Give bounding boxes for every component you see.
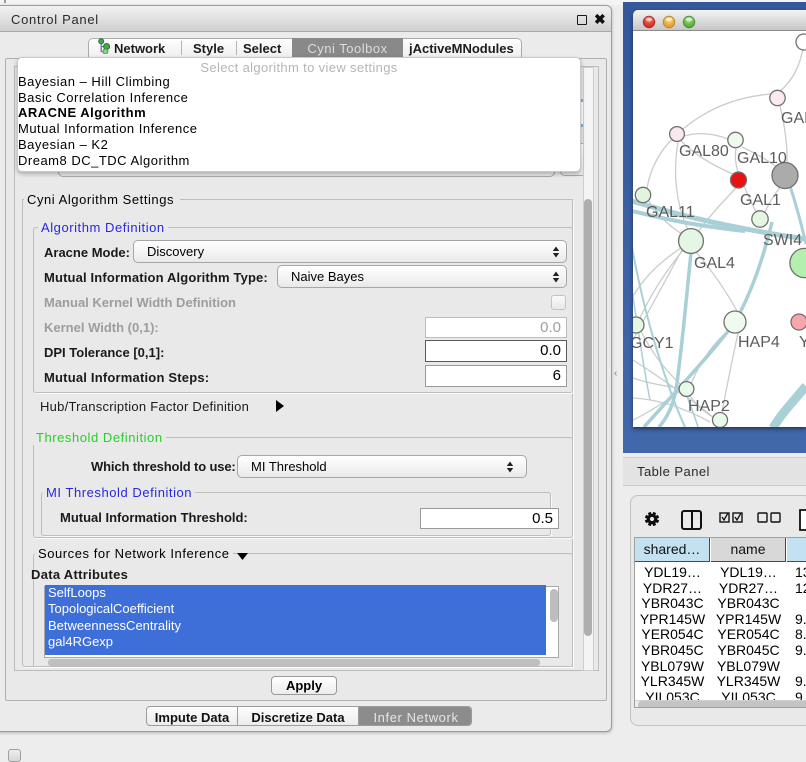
svg-text:HAP2: HAP2 <box>688 398 730 415</box>
svg-text:GAL4: GAL4 <box>694 255 735 272</box>
svg-text:GAL1: GAL1 <box>740 192 781 209</box>
svg-text:GAL80: GAL80 <box>679 143 729 160</box>
svg-text:GCY1: GCY1 <box>633 335 674 352</box>
svg-text:SWI4: SWI4 <box>763 232 802 249</box>
svg-text:GAL8: GAL8 <box>781 110 806 127</box>
svg-text:GAL11: GAL11 <box>646 204 695 221</box>
svg-text:YD: YD <box>799 334 806 351</box>
svg-text:HAP4: HAP4 <box>738 334 780 351</box>
svg-text:GAL10: GAL10 <box>737 150 787 167</box>
